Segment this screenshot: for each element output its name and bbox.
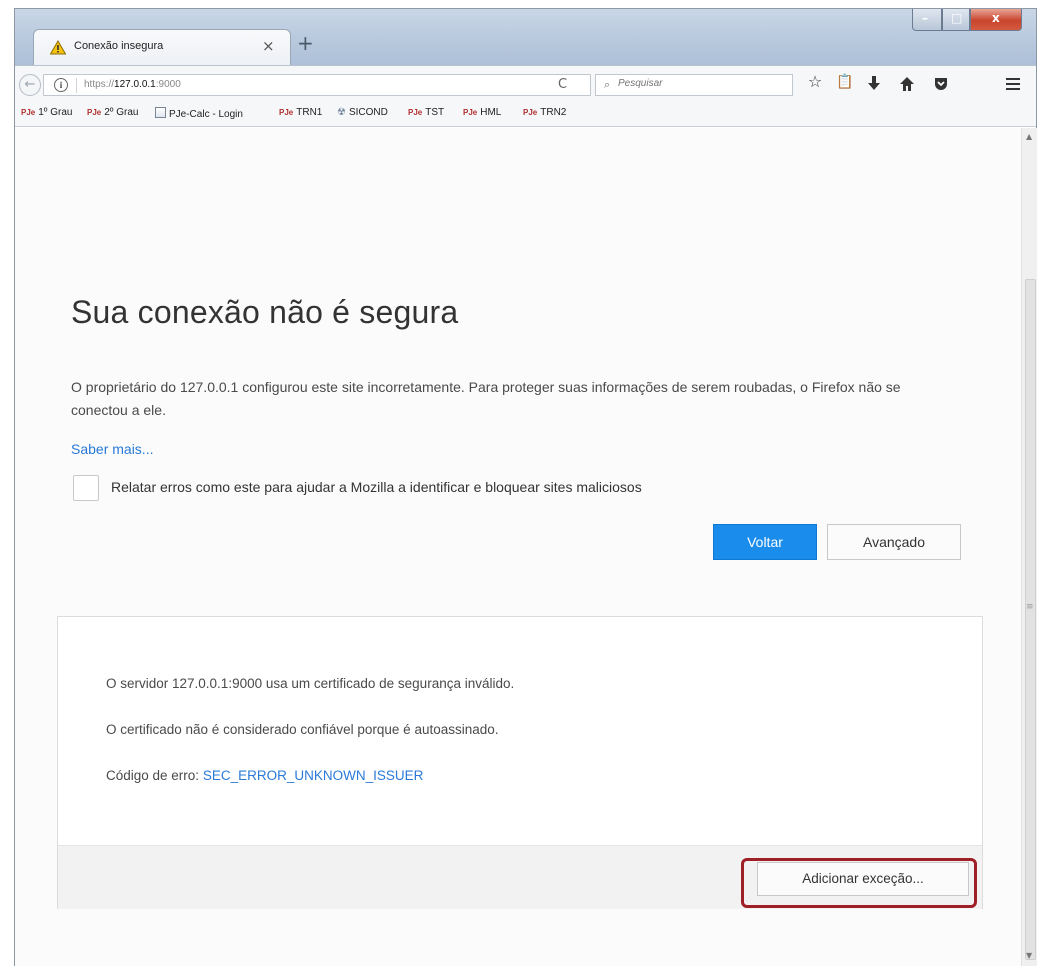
pje-icon: PJe bbox=[523, 108, 538, 117]
maximize-icon: □ bbox=[951, 11, 963, 25]
close-window-button[interactable]: x bbox=[970, 9, 1022, 31]
url-port: :9000 bbox=[155, 79, 181, 90]
bookmark-tst[interactable]: PJe TST bbox=[408, 107, 444, 118]
search-icon: ⌕ bbox=[604, 78, 611, 91]
bookmark-label: TST bbox=[425, 107, 445, 118]
error-description: O proprietário do 127.0.0.1 configurou e… bbox=[71, 379, 901, 418]
star-icon[interactable]: ☆ bbox=[805, 72, 825, 91]
bookmark-2-grau[interactable]: PJe 2º Grau bbox=[87, 107, 138, 118]
bookmark-label: 1º Grau bbox=[38, 107, 73, 118]
certificate-invalid-text: O servidor 127.0.0.1:9000 usa um certifi… bbox=[106, 676, 515, 691]
bookmarks-toolbar: PJe 1º Grau PJe 2º Grau PJe-Calc - Login P… bbox=[15, 101, 1036, 127]
advanced-button[interactable]: Avançado bbox=[827, 524, 961, 560]
add-exception-button[interactable]: Adicionar exceção... bbox=[757, 862, 969, 896]
bookmark-pje-calc-login[interactable]: PJe-Calc - Login bbox=[155, 107, 243, 120]
self-signed-text: O certificado não é considerado confiáve… bbox=[106, 722, 499, 737]
tab-insecure-connection[interactable]: Conexão insegura × bbox=[33, 29, 291, 65]
url-text[interactable]: https://127.0.0.1:9000 bbox=[84, 79, 181, 90]
reload-icon[interactable]: C bbox=[558, 77, 567, 92]
learn-more-link[interactable]: Saber mais... bbox=[71, 441, 153, 457]
tab-close-icon[interactable]: × bbox=[262, 37, 275, 55]
back-button-primary[interactable]: Voltar bbox=[713, 524, 817, 560]
pocket-icon[interactable] bbox=[933, 76, 949, 92]
sicond-icon: ☢ bbox=[337, 107, 346, 118]
bookmark-label: PJe-Calc - Login bbox=[169, 109, 243, 120]
bookmark-label: TRN1 bbox=[296, 107, 323, 118]
back-button[interactable]: ← bbox=[19, 74, 41, 96]
url-host: 127.0.0.1 bbox=[114, 79, 156, 90]
error-code-line: Código de erro: SEC_ERROR_UNKNOWN_ISSUER bbox=[106, 768, 423, 783]
page-title: Sua conexão não é segura bbox=[71, 294, 459, 330]
bookmark-label: 2º Grau bbox=[104, 107, 139, 118]
error-code-label: Código de erro: bbox=[106, 768, 203, 783]
download-icon[interactable] bbox=[867, 76, 881, 92]
scrollbar-thumb[interactable] bbox=[1025, 279, 1036, 960]
title-bar: Conexão insegura × + – □ x bbox=[15, 9, 1036, 65]
close-icon: x bbox=[992, 11, 1000, 25]
pje-icon: PJe bbox=[463, 108, 478, 117]
bookmark-label: TRN2 bbox=[540, 107, 567, 118]
warning-icon bbox=[50, 40, 66, 55]
pje-icon: PJe bbox=[279, 108, 294, 117]
bookmark-hml[interactable]: PJe HML bbox=[463, 107, 501, 118]
pje-icon: PJe bbox=[21, 108, 36, 117]
bookmark-trn1[interactable]: PJe TRN1 bbox=[279, 107, 322, 118]
pje-icon: PJe bbox=[87, 108, 102, 117]
pje-icon: PJe bbox=[408, 108, 423, 117]
navigation-toolbar: ← i https://127.0.0.1:9000 C ⌕ ☆ 📋 bbox=[15, 65, 1036, 101]
scroll-down-icon[interactable]: ▼ bbox=[1026, 951, 1032, 960]
advanced-panel-footer: Adicionar exceção... bbox=[58, 845, 982, 909]
minimize-button[interactable]: – bbox=[912, 9, 942, 31]
url-separator bbox=[76, 78, 77, 93]
bookmark-trn2[interactable]: PJe TRN2 bbox=[523, 107, 566, 118]
tab-title: Conexão insegura bbox=[74, 40, 164, 52]
url-bar[interactable]: i https://127.0.0.1:9000 C bbox=[43, 74, 591, 96]
page-content: Sua conexão não é segura O proprietário … bbox=[15, 128, 1021, 966]
vertical-scrollbar[interactable]: ▲ ≡ ▼ bbox=[1021, 128, 1037, 966]
home-icon[interactable] bbox=[899, 76, 915, 92]
clipboard-icon[interactable]: 📋 bbox=[835, 74, 855, 90]
report-errors-checkbox[interactable] bbox=[73, 475, 99, 501]
new-tab-button[interactable]: + bbox=[297, 31, 314, 55]
report-errors-label: Relatar erros como este para ajudar a Mo… bbox=[111, 479, 642, 495]
search-input[interactable] bbox=[618, 78, 778, 89]
browser-window: Conexão insegura × + – □ x ← i https://1… bbox=[14, 8, 1037, 966]
search-bar[interactable]: ⌕ bbox=[595, 74, 793, 96]
scrollbar-grip-icon: ≡ bbox=[1026, 602, 1034, 612]
bookmark-label: SICOND bbox=[348, 107, 388, 118]
scroll-up-icon[interactable]: ▲ bbox=[1026, 132, 1032, 141]
menu-icon[interactable] bbox=[1005, 77, 1021, 91]
error-code-link[interactable]: SEC_ERROR_UNKNOWN_ISSUER bbox=[203, 768, 424, 783]
minimize-icon: – bbox=[922, 11, 928, 25]
info-icon[interactable]: i bbox=[54, 78, 68, 92]
url-prefix: https:// bbox=[84, 79, 115, 90]
bookmark-1-grau[interactable]: PJe 1º Grau bbox=[21, 107, 72, 118]
maximize-button[interactable]: □ bbox=[942, 9, 970, 31]
page-icon bbox=[155, 107, 166, 118]
advanced-panel: O servidor 127.0.0.1:9000 usa um certifi… bbox=[57, 616, 983, 909]
bookmark-label: HML bbox=[480, 107, 502, 118]
bookmark-sicond[interactable]: ☢ SICOND bbox=[337, 107, 388, 118]
